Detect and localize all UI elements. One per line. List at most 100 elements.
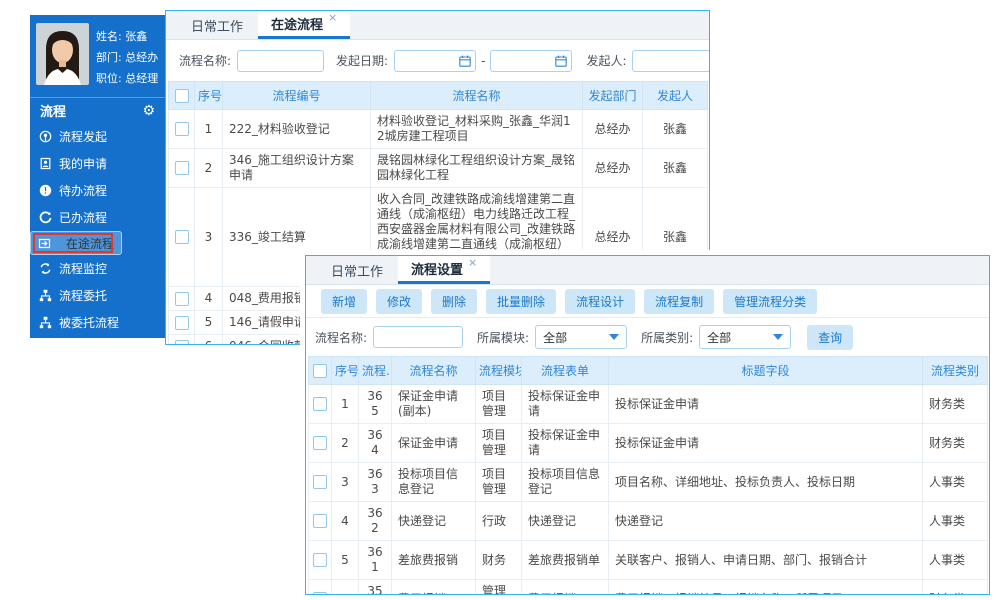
table-row[interactable]: 2346_施工组织设计方案申请晟铭园林绿化工程组织设计方案_晟铭园林绿化工程总经… (169, 149, 708, 188)
close-icon[interactable]: × (468, 256, 477, 269)
sidebar-item-label: 我的申请 (59, 155, 107, 172)
table-row[interactable]: 6359费用报销管理类费用报销费用报销、报销编号、报销名称、所属项目财务类 (309, 580, 988, 596)
column-header: 序号 (332, 357, 359, 385)
toolbar-button-批量删除[interactable]: 批量删除 (486, 289, 556, 314)
process-section-header: 流程 ⚙ (30, 97, 165, 123)
calendar-icon[interactable] (555, 55, 567, 67)
table-cell: 材料验收登记_材料采购_张鑫_华润12城房建工程项目 (371, 110, 583, 149)
table-cell: 人事类 (923, 541, 988, 580)
toolbar-button-新增[interactable]: 新增 (321, 289, 367, 314)
column-header: 流程模块 (476, 357, 522, 385)
table-cell: 2 (332, 424, 359, 463)
table-cell: 投标项目信息登记 (392, 463, 476, 502)
tab-在途流程[interactable]: 在途流程× (258, 11, 350, 39)
row-checkbox[interactable] (313, 436, 327, 450)
table-row[interactable]: 2364保证金申请项目管理投标保证金申请投标保证金申请财务类 (309, 424, 988, 463)
table-row[interactable]: 4362快递登记行政快递登记快递登记人事类 (309, 502, 988, 541)
category-select[interactable]: 全部 (699, 325, 791, 349)
column-header: 流程编号 (223, 82, 371, 110)
chevron-down-icon (773, 334, 783, 340)
process-name-input[interactable] (373, 326, 463, 348)
gear-icon[interactable]: ⚙ (142, 104, 155, 118)
table-cell: 项目名称、详细地址、投标负责人、投标日期 (609, 463, 923, 502)
app-canvas: 姓名: 张鑫 部门: 总经办 职位: 总经理 流程 ⚙ 流程发起我的申请待办流程… (0, 0, 1000, 600)
avatar (36, 23, 89, 85)
close-icon[interactable]: × (328, 11, 337, 24)
tab-日常工作[interactable]: 日常工作 (178, 11, 256, 39)
toolbar-button-修改[interactable]: 修改 (376, 289, 422, 314)
column-header: 发起人 (643, 82, 708, 110)
sidebar-item-2[interactable]: 我的申请 (30, 150, 165, 177)
table-cell: 365 (359, 385, 392, 424)
category-label: 所属类别: (641, 329, 693, 346)
row-checkbox[interactable] (313, 475, 327, 489)
calendar-icon[interactable] (459, 55, 471, 67)
table-cell: 5 (332, 541, 359, 580)
column-header: 标题字段 (609, 357, 923, 385)
row-checkbox[interactable] (313, 397, 327, 411)
table-row[interactable]: 1222_材料验收登记材料验收登记_材料采购_张鑫_华润12城房建工程项目总经办… (169, 110, 708, 149)
tab-流程设置[interactable]: 流程设置 × (398, 256, 490, 284)
tab-日常工作[interactable]: 日常工作 (318, 256, 396, 284)
column-header: 流程名称 (392, 357, 476, 385)
column-header: 流程类别 (923, 357, 988, 385)
sidebar-item-label: 流程监控 (59, 260, 107, 277)
row-checkbox[interactable] (175, 161, 189, 175)
row-checkbox[interactable] (313, 514, 327, 528)
sidebar-item-1[interactable]: 流程发起 (30, 123, 165, 150)
row-checkbox[interactable] (175, 230, 189, 244)
table-cell: 4 (332, 502, 359, 541)
sidebar-item-6[interactable]: 流程监控 (30, 255, 165, 282)
sidebar: 姓名: 张鑫 部门: 总经办 职位: 总经理 流程 ⚙ 流程发起我的申请待办流程… (30, 15, 165, 338)
sidebar-item-label: 待办流程 (59, 182, 107, 199)
table-cell: 人事类 (923, 502, 988, 541)
sidebar-menu: 流程发起我的申请待办流程已办流程在途流程流程监控流程委托被委托流程 (30, 123, 165, 336)
table-cell: 361 (359, 541, 392, 580)
table-cell: 项目管理 (476, 385, 522, 424)
sidebar-item-3[interactable]: 待办流程 (30, 177, 165, 204)
tab-label: 流程设置 (411, 259, 463, 278)
sidebar-item-7[interactable]: 流程委托 (30, 282, 165, 309)
table-cell: 财务类 (923, 424, 988, 463)
table-row[interactable]: 1365保证金申请 (副本)项目管理投标保证金申请投标保证金申请财务类 (309, 385, 988, 424)
sidebar-item-4[interactable]: 已办流程 (30, 204, 165, 231)
search-button[interactable]: 查询 (807, 325, 853, 350)
table-cell: 晟铭园林绿化工程组织设计方案_晟铭园林绿化工程 (371, 149, 583, 188)
module-select[interactable]: 全部 (535, 325, 627, 349)
row-checkbox[interactable] (313, 592, 327, 595)
row-checkbox[interactable] (175, 316, 189, 330)
select-all-checkbox[interactable] (175, 89, 189, 103)
table-cell: 费用报销、报销编号、报销名称、所属项目 (609, 580, 923, 596)
row-checkbox[interactable] (175, 292, 189, 306)
sidebar-item-label: 流程委托 (59, 287, 107, 304)
table-cell: 投标项目信息登记 (522, 463, 609, 502)
row-checkbox[interactable] (313, 553, 327, 567)
initiator-input[interactable] (632, 50, 710, 72)
table-cell: 关联客户、报销人、申请日期、部门、报销合计 (609, 541, 923, 580)
table-cell: 6 (332, 580, 359, 596)
process-name-label: 流程名称: (179, 52, 231, 69)
select-all-checkbox[interactable] (313, 364, 327, 378)
sidebar-item-8[interactable]: 被委托流程 (30, 309, 165, 336)
toolbar-button-管理流程分类[interactable]: 管理流程分类 (723, 289, 817, 314)
table-row[interactable]: 5361差旅费报销财务差旅费报销单关联客户、报销人、申请日期、部门、报销合计人事… (309, 541, 988, 580)
process-name-input[interactable] (237, 50, 324, 72)
column-header: 流程名称 (371, 82, 583, 110)
table-cell: 财务 (476, 541, 522, 580)
toolbar-button-流程复制[interactable]: 流程复制 (644, 289, 714, 314)
process-name-label: 流程名称: (315, 329, 367, 346)
panel-process-settings: 日常工作流程设置 × 新增修改删除批量删除流程设计流程复制管理流程分类 流程名称:… (305, 255, 990, 595)
toolbar-button-删除[interactable]: 删除 (431, 289, 477, 314)
table-cell: 项目管理 (476, 424, 522, 463)
row-checkbox[interactable] (175, 122, 189, 136)
sidebar-item-5[interactable]: 在途流程 (30, 231, 122, 255)
toolbar-button-流程设计[interactable]: 流程设计 (565, 289, 635, 314)
table-cell: 保证金申请 (副本) (392, 385, 476, 424)
table-cell: 管理类 (476, 580, 522, 596)
table-cell: 5 (195, 311, 223, 335)
table-cell: 364 (359, 424, 392, 463)
user-profile: 姓名: 张鑫 部门: 总经办 职位: 总经理 (30, 15, 165, 95)
row-checkbox[interactable] (175, 340, 189, 346)
settings-toolbar: 新增修改删除批量删除流程设计流程复制管理流程分类 (306, 285, 989, 317)
table-row[interactable]: 3363投标项目信息登记项目管理投标项目信息登记项目名称、详细地址、投标负责人、… (309, 463, 988, 502)
